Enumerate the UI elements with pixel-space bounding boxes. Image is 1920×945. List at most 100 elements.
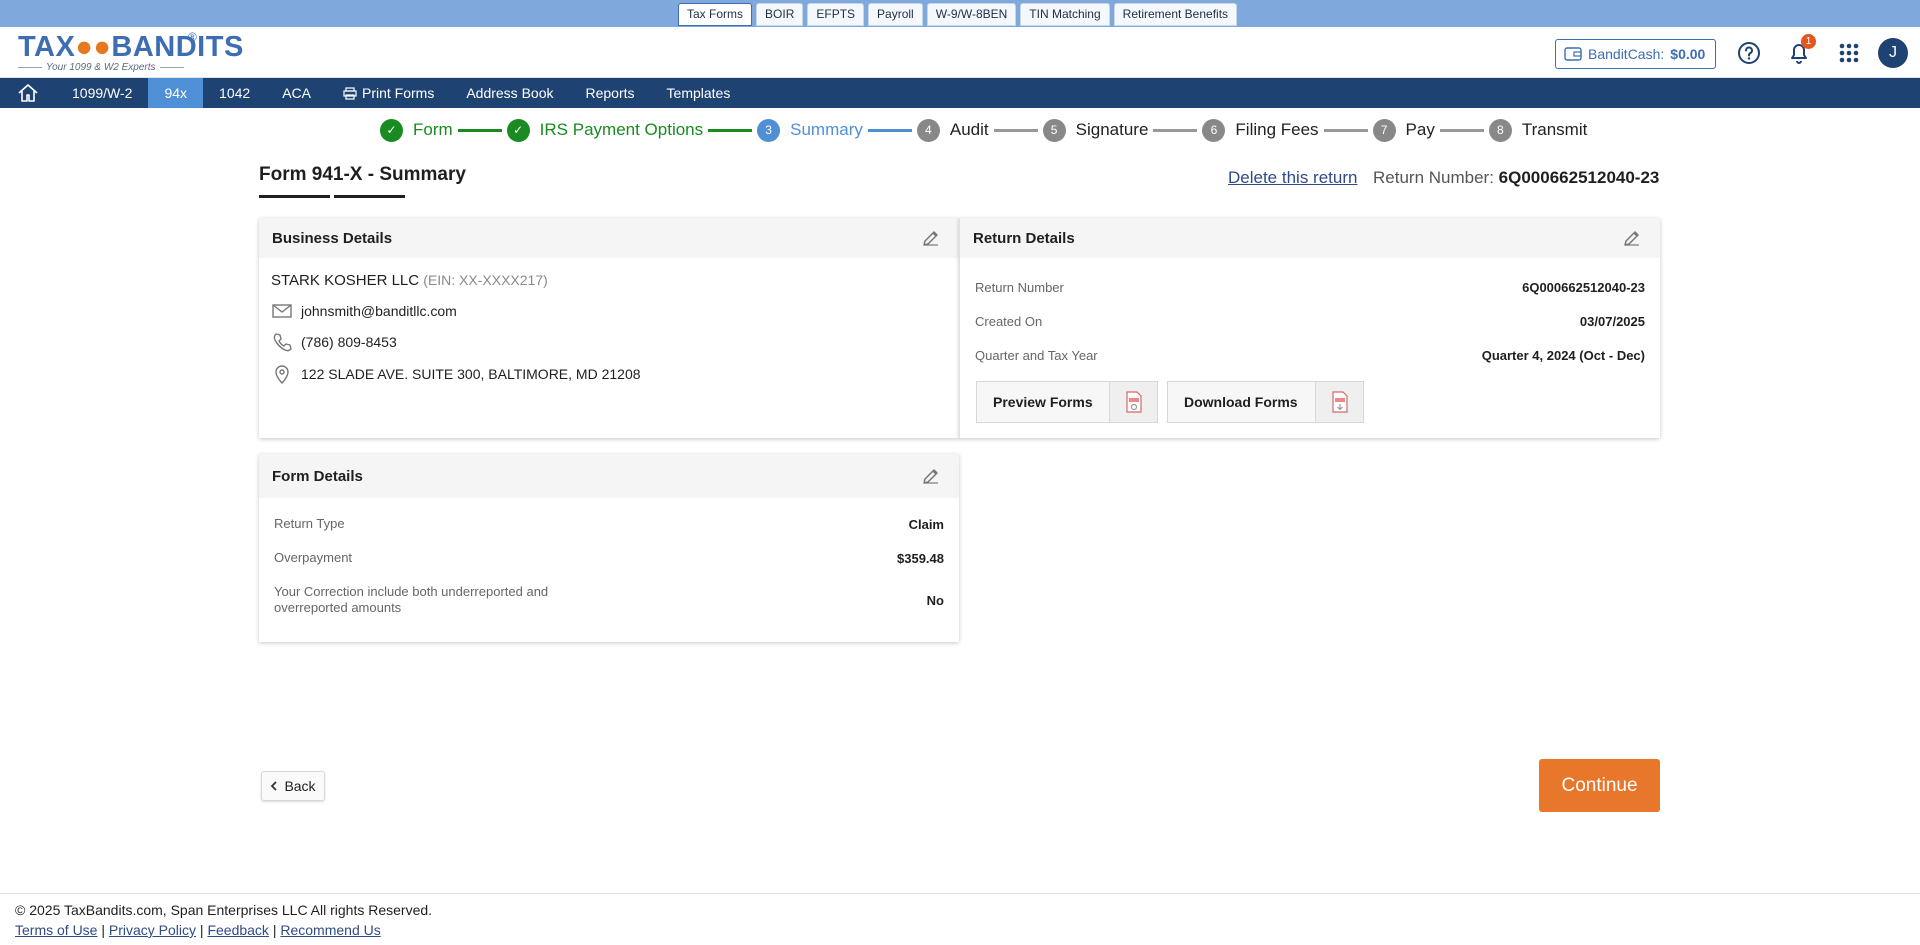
step-connector (993, 128, 1038, 132)
nav-address-book[interactable]: Address Book (450, 78, 569, 108)
bandit-cash-label: BanditCash: (1588, 46, 1665, 62)
nav-print-forms-label: Print Forms (361, 85, 435, 101)
pdf-download-icon (1331, 391, 1348, 413)
detail-label: Created On (975, 314, 1043, 329)
back-button[interactable]: Back (261, 771, 325, 801)
download-forms-label: Download Forms (1184, 394, 1298, 410)
detail-row: Your Correction include both underreport… (274, 584, 944, 616)
tab-boir[interactable]: BOIR (756, 3, 804, 26)
title-underline (334, 195, 405, 198)
step-label: Transmit (1521, 120, 1588, 139)
tab-payroll[interactable]: Payroll (868, 3, 923, 26)
step-label: Form (413, 120, 453, 139)
nav-aca[interactable]: ACA (266, 78, 327, 108)
step-summary[interactable]: 3 Summary (757, 118, 863, 142)
page-footer: © 2025 TaxBandits.com, Span Enterprises … (0, 893, 1920, 945)
step-form[interactable]: ✓ Form (380, 118, 453, 142)
download-forms-button[interactable]: Download Forms (1167, 381, 1364, 423)
step-connector (1153, 128, 1198, 132)
footer-links: Terms of Use | Privacy Policy | Feedback… (15, 922, 381, 938)
mail-icon (272, 304, 292, 318)
nav-94x[interactable]: 94x (148, 78, 204, 108)
business-email: johnsmith@banditllc.com (301, 303, 457, 319)
nav-reports[interactable]: Reports (570, 78, 651, 108)
detail-label: Quarter and Tax Year (975, 348, 1098, 363)
recommend-us-link[interactable]: Recommend Us (280, 922, 380, 938)
bandit-cash-button[interactable]: BanditCash: $0.00 (1555, 39, 1716, 69)
help-icon[interactable] (1736, 40, 1762, 66)
return-details-card: Return Details Return Number 6Q0006625120… (959, 218, 1660, 438)
step-number: 7 (1372, 118, 1396, 142)
company-name: STARK KOSHER LLC (EIN: XX-XXXX217) (271, 272, 548, 289)
step-number: 8 (1488, 118, 1512, 142)
page-title: Form 941-X - Summary (259, 164, 466, 185)
detail-value: $359.48 (897, 550, 944, 566)
logo-tagline: Your 1099 & W2 Experts (46, 62, 156, 73)
pdf-preview-icon (1125, 391, 1142, 413)
preview-forms-label: Preview Forms (993, 394, 1093, 410)
tab-tin-matching[interactable]: TIN Matching (1020, 3, 1110, 26)
delete-return-link[interactable]: Delete this return (1228, 168, 1357, 188)
tab-w9-w8ben[interactable]: W-9/W-8BEN (926, 3, 1017, 26)
step-label: Summary (790, 120, 863, 139)
checkmark-icon: ✓ (380, 118, 403, 142)
nav-1042[interactable]: 1042 (203, 78, 266, 108)
detail-row: Return Type Claim (274, 516, 944, 532)
step-filing-fees: 6 Filing Fees (1202, 118, 1319, 142)
product-switcher-bar: Tax Forms BOIR EFPTS Payroll W-9/W-8BEN … (0, 0, 1920, 27)
continue-button[interactable]: Continue (1539, 759, 1660, 812)
step-label: Filing Fees (1235, 120, 1319, 139)
taxbandits-logo[interactable]: TAX●●BANDITS ® Your 1099 & W2 Experts (18, 30, 243, 74)
user-avatar[interactable]: J (1878, 38, 1908, 68)
terms-of-use-link[interactable]: Terms of Use (15, 922, 97, 938)
preview-forms-button[interactable]: Preview Forms (976, 381, 1158, 423)
feedback-link[interactable]: Feedback (207, 922, 268, 938)
business-phone: (786) 809-8453 (301, 334, 397, 350)
step-connector (1439, 128, 1484, 132)
step-pay: 7 Pay (1372, 118, 1435, 142)
tagline-rule (159, 67, 184, 68)
form-details-heading: Form Details (272, 467, 363, 485)
nav-print-forms[interactable]: Print Forms (327, 78, 450, 108)
home-icon[interactable] (0, 78, 56, 108)
email-row: johnsmith@banditllc.com (271, 300, 457, 322)
logo-registered-mark: ® (188, 30, 197, 44)
detail-row: Created On 03/07/2025 (975, 314, 1645, 329)
back-label: Back (284, 778, 316, 794)
phone-row: (786) 809-8453 (271, 331, 397, 353)
title-underline (259, 195, 330, 198)
logo-mask-glyph: ●● (75, 31, 112, 63)
return-details-heading: Return Details (973, 229, 1075, 247)
progress-stepper: ✓ Form ✓ IRS Payment Options 3 Summary 4 Aud… (380, 118, 1587, 142)
detail-row: Return Number 6Q000662512040-23 (975, 280, 1645, 295)
tab-retirement-benefits[interactable]: Retirement Benefits (1113, 3, 1238, 26)
detail-label: Your Correction include both underreport… (274, 584, 549, 615)
tab-tax-forms[interactable]: Tax Forms (678, 3, 753, 26)
tagline-rule (18, 67, 42, 68)
step-number: 5 (1042, 118, 1066, 142)
business-details-card: Business Details STARK KOSHER LLC (EIN: … (259, 218, 959, 438)
notification-count-badge: 1 (1801, 34, 1816, 49)
tab-efpts[interactable]: EFPTS (807, 3, 865, 26)
step-irs-payment-options[interactable]: ✓ IRS Payment Options (506, 118, 703, 142)
edit-pencil-icon[interactable] (921, 466, 941, 486)
return-number-header: Return Number: 6Q000662512040-23 (1373, 168, 1659, 188)
nav-templates[interactable]: Templates (651, 78, 747, 108)
detail-row: Quarter and Tax Year Quarter 4, 2024 (Oct… (975, 348, 1645, 363)
main-nav: 1099/W-2 94x 1042 ACA Print Forms Addres… (0, 78, 1920, 108)
detail-value: Quarter 4, 2024 (Oct - Dec) (1481, 348, 1645, 363)
step-signature: 5 Signature (1042, 118, 1148, 142)
detail-label: Return Number (975, 280, 1064, 295)
privacy-policy-link[interactable]: Privacy Policy (109, 922, 196, 938)
nav-1099-w2[interactable]: 1099/W-2 (56, 78, 148, 108)
detail-value: Claim (908, 516, 944, 532)
notifications-bell-icon[interactable]: 1 (1786, 34, 1816, 66)
bandit-cash-amount: $0.00 (1670, 46, 1706, 62)
apps-grid-icon[interactable] (1836, 40, 1862, 66)
logo-text-left: TAX (18, 31, 76, 63)
edit-pencil-icon[interactable] (1622, 228, 1642, 248)
detail-value: 03/07/2025 (1579, 314, 1645, 329)
copyright-text: © 2025 TaxBandits.com, Span Enterprises … (15, 902, 433, 918)
return-number-value: 6Q000662512040-23 (1498, 168, 1660, 187)
edit-pencil-icon[interactable] (921, 228, 941, 248)
